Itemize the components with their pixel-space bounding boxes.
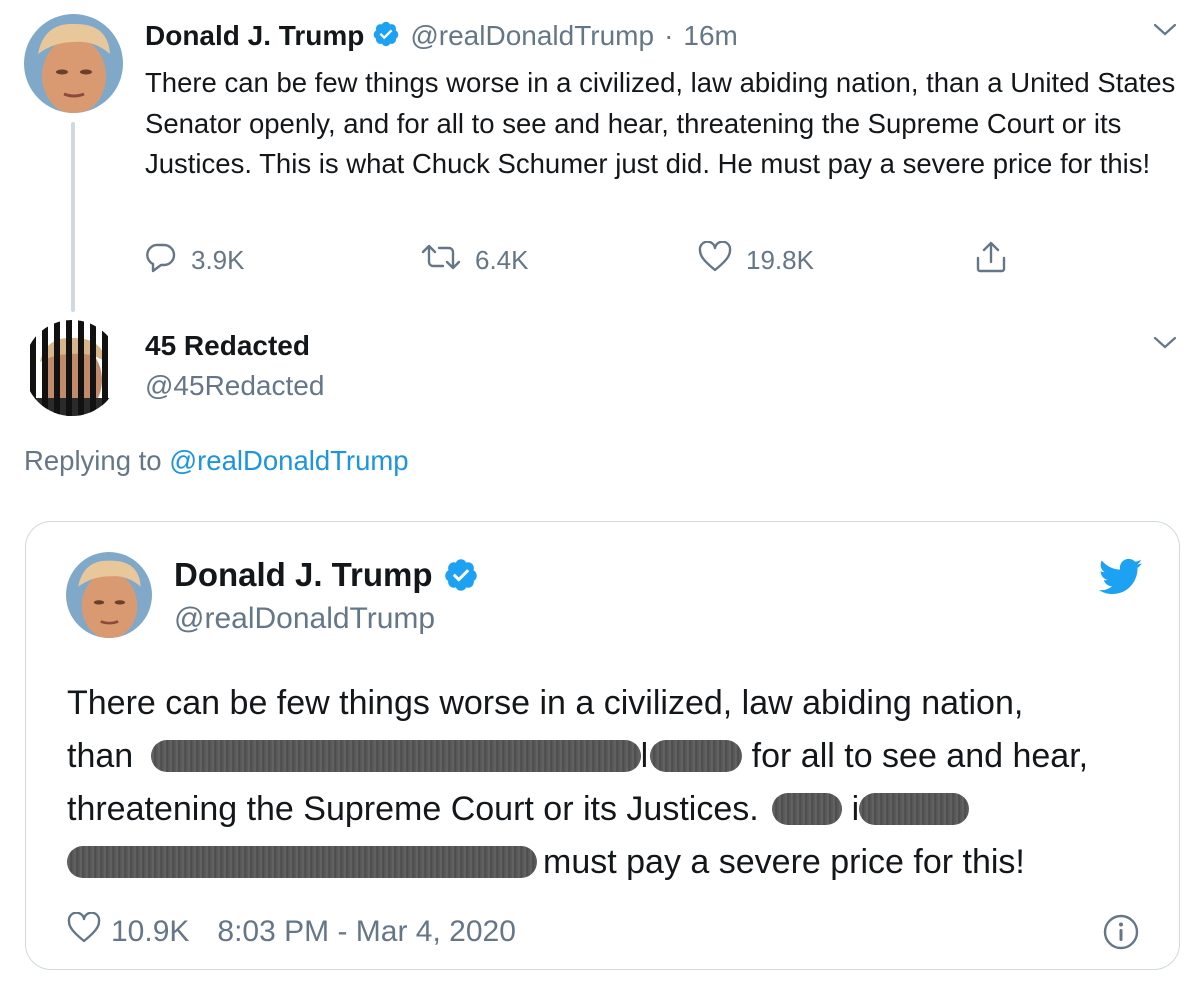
like-count: 19.8K <box>746 244 814 275</box>
share-icon <box>974 240 1022 281</box>
embed-text-fragment: i <box>851 790 860 828</box>
retweet-icon <box>421 242 475 279</box>
reply-count: 3.9K <box>191 244 245 275</box>
embed-footer: 10.9K 8:03 PM - Mar 4, 2020 <box>67 910 516 954</box>
reply-button[interactable]: 3.9K <box>145 238 245 282</box>
share-button[interactable] <box>974 238 1022 282</box>
heart-icon <box>698 239 746 280</box>
embed-timestamp[interactable]: 8:03 PM - Mar 4, 2020 <box>217 915 515 949</box>
embed-text-line: must pay a severe price for this! <box>67 836 1157 889</box>
info-icon[interactable] <box>1103 914 1139 955</box>
reply-icon <box>145 241 191 280</box>
tweet-text: There can be few things worse in a civil… <box>145 67 1176 179</box>
replying-to: Replying to @realDonaldTrump <box>24 445 409 477</box>
replying-to-prefix: Replying to <box>24 445 162 476</box>
embed-tweet-text: There can be few things worse in a civil… <box>67 677 1157 889</box>
twitter-bird-icon[interactable] <box>1098 558 1143 601</box>
embed-text-fragment: l <box>640 737 649 775</box>
redaction-mark <box>859 793 970 826</box>
avatar[interactable] <box>24 14 123 113</box>
author-handle[interactable]: @realDonaldTrump <box>410 20 654 52</box>
avatar[interactable] <box>24 320 120 416</box>
embed-text-fragment: must pay a severe price for this! <box>543 843 1025 881</box>
redaction-mark <box>772 793 843 826</box>
redaction-mark <box>650 740 743 773</box>
retweet-button[interactable]: 6.4K <box>421 238 529 282</box>
avatar[interactable] <box>66 552 152 638</box>
redaction-mark <box>150 740 641 773</box>
embed-text-line: threatening the Supreme Court or its Jus… <box>67 783 1157 836</box>
embed-text-fragment: threatening the Supreme Court or its Jus… <box>67 790 759 828</box>
embed-author-name[interactable]: Donald J. Trump <box>174 556 433 594</box>
chevron-down-icon[interactable] <box>1152 20 1178 45</box>
embedded-tweet-card[interactable]: Donald J. Trump @realDonaldTrump There c… <box>25 521 1180 970</box>
embed-like-count: 10.9K <box>111 915 190 948</box>
separator: · <box>664 20 674 51</box>
embed-text-line: than l for all to see and hear, <box>67 730 1157 783</box>
embed-text-fragment: for all to see and hear, <box>751 737 1089 775</box>
replying-to-mention[interactable]: @realDonaldTrump <box>169 445 408 476</box>
reply-author-handle[interactable]: @45Redacted <box>145 370 324 402</box>
heart-icon[interactable] <box>67 911 111 952</box>
like-button[interactable]: 19.8K <box>698 238 814 282</box>
redaction-mark <box>67 846 537 879</box>
tweet-time[interactable]: 16m <box>683 20 737 52</box>
embed-text-line: There can be few things worse in a civil… <box>67 684 1024 722</box>
retweet-count: 6.4K <box>475 244 529 275</box>
verified-badge-icon <box>443 557 479 593</box>
reply-author-name[interactable]: 45 Redacted <box>145 330 310 362</box>
embed-author-handle[interactable]: @realDonaldTrump <box>174 602 435 636</box>
thread-line <box>71 122 75 312</box>
verified-badge-icon <box>372 20 400 53</box>
chevron-down-icon[interactable] <box>1152 333 1178 358</box>
embed-text-fragment: than <box>67 737 134 775</box>
author-name[interactable]: Donald J. Trump <box>145 20 364 52</box>
